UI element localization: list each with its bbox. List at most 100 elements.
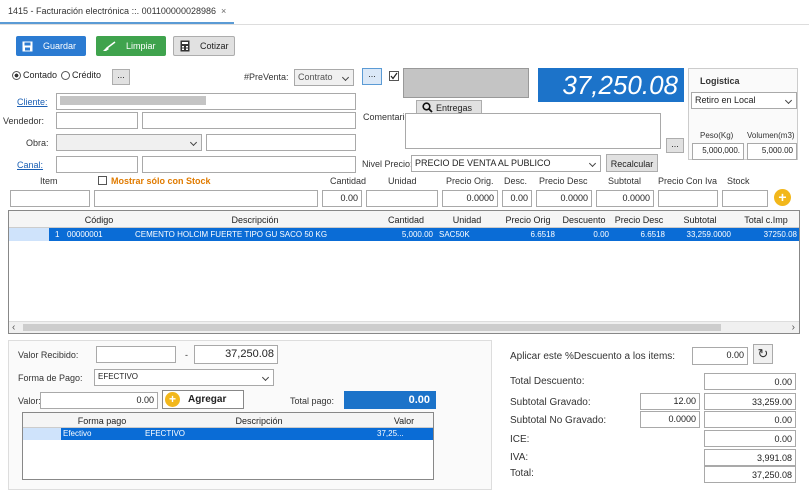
subtotal-taxed-label: Subtotal Gravado: bbox=[510, 397, 591, 408]
payment-method-select[interactable]: EFECTIVO bbox=[94, 369, 274, 386]
qty-col-label: Cantidad bbox=[330, 176, 367, 186]
apply-discount-field[interactable]: 0.00 bbox=[692, 347, 748, 365]
received-field[interactable] bbox=[96, 346, 176, 363]
grid-header-orig-price[interactable]: Precio Orig bbox=[499, 211, 557, 228]
items-grid: Código Descripción Cantidad Unidad Preci… bbox=[8, 210, 800, 334]
add-item-icon[interactable]: + bbox=[774, 189, 791, 206]
value-field[interactable]: 0.00 bbox=[40, 392, 158, 409]
client-label[interactable]: Cliente: bbox=[17, 97, 48, 107]
disc-price-field[interactable]: 0.0000 bbox=[536, 190, 592, 207]
preventa-select[interactable]: Contrato bbox=[294, 69, 354, 86]
preventa-label: #PreVenta: bbox=[244, 72, 289, 82]
preventa-checkbox[interactable] bbox=[389, 71, 399, 81]
pay-header-description[interactable]: Descripción bbox=[143, 412, 375, 429]
pay-row-description: EFECTIVO bbox=[145, 429, 186, 438]
item-desc-field[interactable] bbox=[94, 190, 318, 207]
row-disc-price: 6.6518 bbox=[640, 230, 665, 239]
quote-label: Cotizar bbox=[200, 41, 229, 51]
row-unit: SAC50K bbox=[439, 230, 470, 239]
iva-value: 3,991.08 bbox=[704, 449, 796, 466]
price-level-label: Nivel Precio: bbox=[362, 159, 413, 169]
credit-radio[interactable] bbox=[61, 70, 71, 80]
disc-field[interactable]: 0.00 bbox=[502, 190, 532, 207]
stock-only-checkbox[interactable] bbox=[98, 176, 107, 185]
disc-price-col-label: Precio Desc bbox=[539, 176, 588, 186]
total-paid-label: Total pago: bbox=[290, 396, 335, 406]
cash-label: Contado bbox=[23, 70, 58, 80]
seller-name-field[interactable] bbox=[142, 112, 356, 129]
broom-icon bbox=[102, 40, 116, 52]
grid-header-discount[interactable]: Descuento bbox=[557, 211, 611, 228]
weight-label: Peso(Kg) bbox=[700, 131, 734, 140]
row-code: 00000001 bbox=[67, 230, 103, 239]
value-label: Valor: bbox=[18, 396, 41, 406]
document-tab[interactable]: 1415 - Facturación electrónica ::. 00110… bbox=[0, 0, 235, 24]
client-field[interactable] bbox=[56, 93, 356, 110]
pay-header-value[interactable]: Valor bbox=[375, 412, 433, 429]
iva-price-field[interactable] bbox=[658, 190, 718, 207]
unit-field[interactable] bbox=[366, 190, 438, 207]
grid-header-subtotal[interactable]: Subtotal bbox=[667, 211, 733, 228]
save-button[interactable]: Guardar bbox=[16, 36, 86, 56]
pay-header-method[interactable]: Forma pago bbox=[61, 412, 143, 429]
grid-header-description[interactable]: Descripción bbox=[133, 211, 377, 228]
subtotal-untaxed-value: 0.00 bbox=[704, 411, 796, 428]
orig-price-field[interactable]: 0.0000 bbox=[442, 190, 498, 207]
subtotal-col-label: Subtotal bbox=[608, 176, 642, 186]
cash-radio[interactable] bbox=[12, 70, 21, 80]
close-icon[interactable]: × bbox=[221, 6, 226, 16]
qty-field[interactable]: 0.00 bbox=[322, 190, 362, 207]
pay-row-value: 37,25... bbox=[377, 429, 404, 438]
quote-button[interactable]: Cotizar bbox=[173, 36, 235, 56]
refresh-icon[interactable]: ↻ bbox=[753, 344, 773, 364]
comment-more-button[interactable]: ... bbox=[666, 138, 684, 153]
logistics-select[interactable]: Retiro en Local bbox=[691, 92, 797, 109]
seller-label: Vendedor: bbox=[3, 116, 45, 126]
add-payment-button[interactable]: + Agregar bbox=[162, 390, 244, 409]
row-quantity: 5,000.00 bbox=[401, 230, 433, 239]
channel-label[interactable]: Canal: bbox=[17, 160, 43, 170]
row-discount: 0.00 bbox=[593, 230, 609, 239]
add-payment-label: Agregar bbox=[188, 394, 227, 405]
seller-code-field[interactable] bbox=[56, 112, 138, 129]
grid-header-unit[interactable]: Unidad bbox=[435, 211, 499, 228]
grid-header-quantity[interactable]: Cantidad bbox=[377, 211, 435, 228]
scroll-right-icon[interactable]: › bbox=[792, 322, 795, 333]
row-number: 1 bbox=[55, 230, 60, 239]
ice-value: 0.00 bbox=[704, 430, 796, 447]
work-name-field[interactable] bbox=[206, 134, 356, 151]
comment-field[interactable] bbox=[405, 113, 661, 149]
channel-name-field[interactable] bbox=[142, 156, 356, 173]
grid-header-total[interactable]: Total c.Imp bbox=[733, 211, 799, 228]
payment-method-label: Forma de Pago: bbox=[18, 373, 83, 383]
subtotal-untaxed-pct[interactable]: 0.0000 bbox=[640, 411, 700, 428]
scroll-left-icon[interactable]: ‹ bbox=[12, 322, 15, 333]
volume-field[interactable]: 5,000.00 bbox=[747, 143, 797, 160]
credit-more-button[interactable]: ... bbox=[112, 69, 130, 85]
received-value-field[interactable]: 37,250.08 bbox=[194, 345, 278, 364]
subtotal-taxed-pct[interactable]: 12.00 bbox=[640, 393, 700, 410]
iva-label: IVA: bbox=[510, 452, 529, 463]
grand-total-label: Total: bbox=[510, 468, 534, 479]
total-display: 37,250.08 bbox=[538, 68, 684, 102]
clear-button[interactable]: Limpiar bbox=[96, 36, 166, 56]
stock-only-label: Mostrar sólo con Stock bbox=[111, 176, 211, 186]
work-select[interactable] bbox=[56, 134, 202, 151]
weight-field[interactable]: 5,000,000. bbox=[692, 143, 744, 160]
stock-field[interactable] bbox=[722, 190, 768, 207]
recalculate-button[interactable]: Recalcular bbox=[606, 154, 658, 172]
preventa-more-button[interactable]: ... bbox=[362, 68, 382, 85]
subtotal-field[interactable]: 0.0000 bbox=[596, 190, 654, 207]
grid-header-disc-price[interactable]: Precio Desc bbox=[611, 211, 667, 228]
channel-code-field[interactable] bbox=[56, 156, 138, 173]
row-description: CEMENTO HOLCIM FUERTE TIPO GU SACO 50 KG bbox=[135, 230, 328, 239]
grid-header-code[interactable]: Código bbox=[65, 211, 133, 228]
orig-price-col-label: Precio Orig. bbox=[446, 176, 494, 186]
horizontal-scrollbar[interactable]: ‹ › bbox=[9, 321, 799, 333]
item-code-field[interactable] bbox=[10, 190, 90, 207]
pay-row-method: Efectivo bbox=[63, 429, 92, 438]
client-info-field bbox=[403, 68, 529, 98]
price-level-select[interactable]: PRECIO DE VENTA AL PUBLICO bbox=[411, 155, 601, 172]
item-label: Item bbox=[40, 176, 58, 186]
work-label: Obra: bbox=[26, 138, 49, 148]
